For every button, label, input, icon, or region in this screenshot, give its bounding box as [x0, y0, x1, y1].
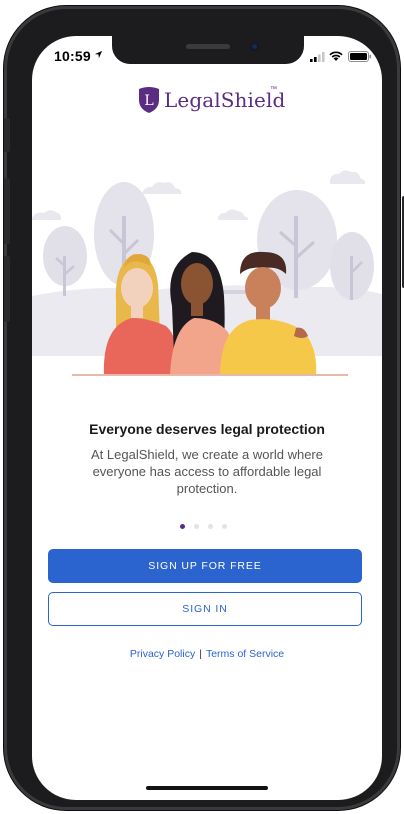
volume-down-button — [4, 256, 10, 322]
location-arrow-icon — [94, 50, 103, 59]
mute-switch — [4, 118, 10, 152]
phone-frame: 10:59 L LegalShield ™ Everyone deserves … — [4, 6, 404, 810]
shield-logo-icon: L — [139, 87, 159, 113]
privacy-policy-link[interactable]: Privacy Policy — [130, 648, 195, 660]
brand-logo: L LegalShield ™ — [32, 86, 382, 116]
brand-trademark: ™ — [270, 86, 277, 93]
front-camera — [250, 42, 259, 51]
pagination-dots[interactable] — [180, 524, 234, 534]
pagination-dot[interactable] — [194, 524, 199, 529]
sign-up-button[interactable]: SIGN UP FOR FREE — [48, 549, 362, 583]
signal-icon — [310, 52, 325, 62]
pagination-dot[interactable] — [208, 524, 213, 529]
battery-icon — [348, 51, 372, 62]
footer-links: Privacy Policy | Terms of Service — [32, 648, 382, 660]
footer-separator: | — [199, 648, 202, 660]
onboarding-headline: Everyone deserves legal protection — [89, 421, 325, 437]
home-indicator[interactable] — [146, 786, 268, 790]
pagination-dot[interactable] — [222, 524, 227, 529]
wifi-icon — [329, 51, 343, 61]
pagination-dot[interactable] — [180, 524, 185, 529]
brand-name: LegalShield — [164, 88, 286, 112]
volume-up-button — [4, 178, 10, 244]
notch — [112, 36, 304, 64]
illustration-baseline — [72, 374, 348, 376]
app-screen: 10:59 L LegalShield ™ Everyone deserves … — [32, 36, 382, 800]
status-time: 10:59 — [54, 48, 91, 64]
shield-monogram: L — [144, 93, 153, 109]
terms-of-service-link[interactable]: Terms of Service — [206, 648, 284, 660]
onboarding-illustration — [32, 170, 382, 376]
onboarding-description: At LegalShield, we create a world where … — [91, 447, 323, 496]
sign-in-button[interactable]: SIGN IN — [48, 592, 362, 626]
earpiece-speaker — [186, 44, 230, 49]
